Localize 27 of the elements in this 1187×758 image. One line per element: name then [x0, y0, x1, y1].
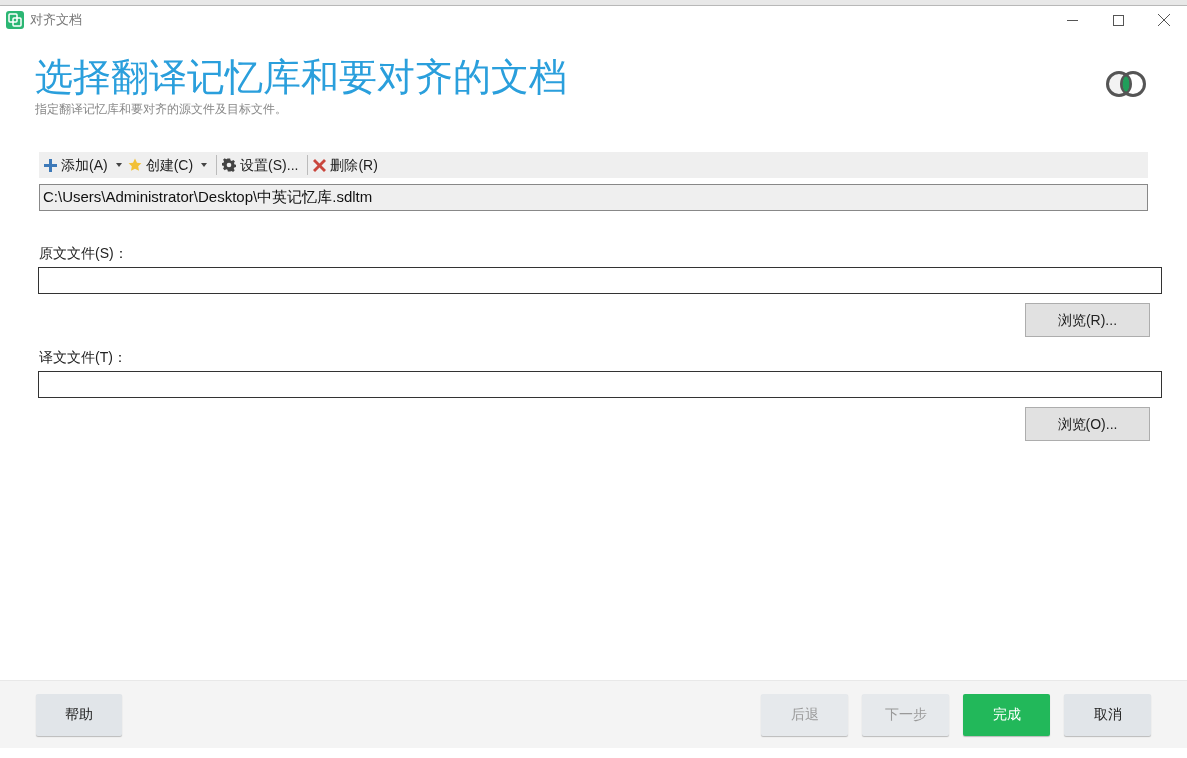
- toolbar-button[interactable]: 创建(C): [126, 154, 209, 176]
- star-icon: [127, 158, 142, 172]
- page-subtitle: 指定翻译记忆库和要对齐的源文件及目标文件。: [35, 101, 288, 118]
- delete-icon: [313, 158, 327, 172]
- caret-icon: [201, 163, 208, 167]
- browse-button[interactable]: 浏览(O)...: [1025, 407, 1150, 441]
- file-path-field[interactable]: [38, 371, 1162, 398]
- close-icon: [1158, 14, 1170, 26]
- toolbar-button[interactable]: 设置(S)...: [221, 154, 300, 176]
- field-label: 原文文件(S)：: [39, 244, 129, 263]
- caret-icon: [115, 163, 122, 167]
- help-button[interactable]: 帮助: [36, 693, 122, 736]
- minimize-icon: [1066, 19, 1078, 21]
- page-title: 选择翻译记忆库和要对齐的文档: [35, 55, 568, 100]
- browse-button[interactable]: 浏览(R)...: [1025, 303, 1150, 337]
- field-label: 译文文件(T)：: [39, 348, 128, 367]
- footer-button[interactable]: 取消: [1064, 693, 1151, 736]
- memory-item[interactable]: C:\Users\Administrator\Desktop\中英记忆库.sdltm: [40, 185, 1147, 210]
- maximize-icon: [1112, 14, 1124, 26]
- toolbar-button[interactable]: 删除(R): [312, 154, 379, 176]
- toolbar-button[interactable]: 添加(A): [43, 154, 123, 176]
- logo-icon: [1105, 70, 1147, 98]
- file-path-field[interactable]: [38, 267, 1162, 294]
- plus-icon: [44, 158, 57, 172]
- app-icon: [6, 11, 24, 29]
- gear-icon: [222, 158, 237, 172]
- window-title: 对齐文档: [30, 11, 82, 30]
